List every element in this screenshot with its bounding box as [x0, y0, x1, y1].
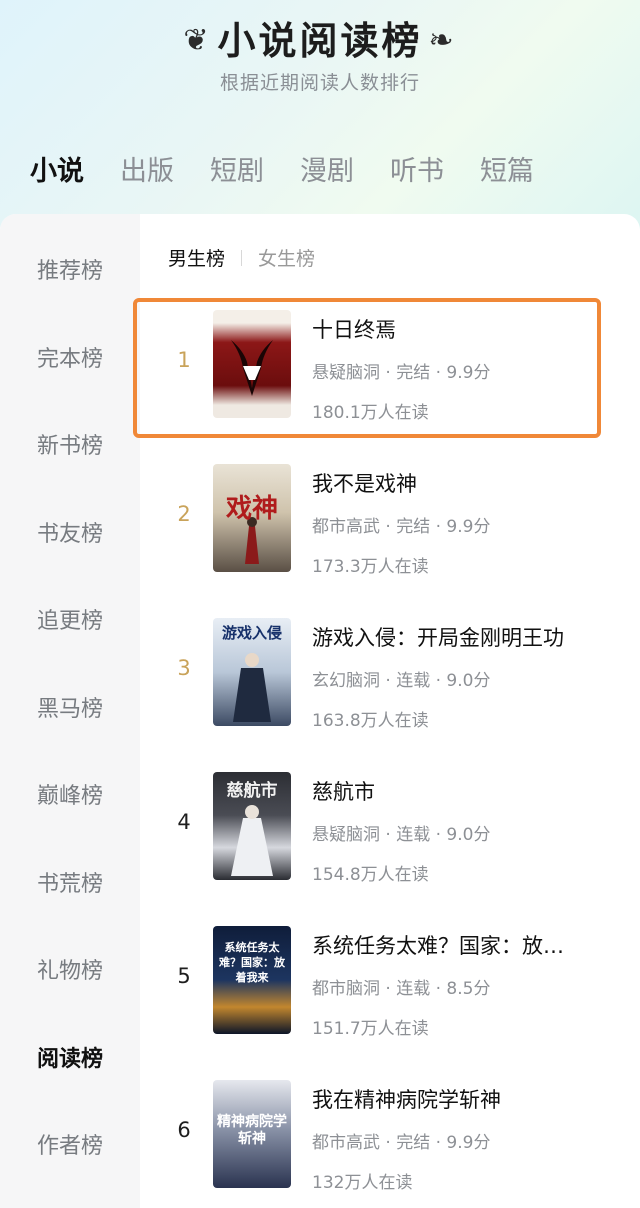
list-item[interactable]: 5 系统任务太难？国家：放着我来 系统任务太难？国家：放… 都市脑洞 · 连载 … — [140, 926, 640, 1039]
book-title[interactable]: 慈航市 — [312, 776, 632, 806]
tab-publish[interactable]: 出版 — [120, 152, 174, 196]
book-cover: 精神病院学斩神 — [213, 1080, 291, 1188]
tab-audiobook[interactable]: 听书 — [390, 152, 444, 196]
book-title[interactable]: 系统任务太难？国家：放… — [312, 930, 632, 960]
sidebar-item-reading[interactable]: 阅读榜 — [0, 1040, 140, 1080]
sidebar-item-book-shortage[interactable]: 书荒榜 — [0, 865, 140, 905]
cover-title: 系统任务太难？国家：放着我来 — [219, 941, 285, 984]
book-readers: 154.8万人在读 — [312, 865, 429, 885]
rank-number: 2 — [177, 502, 191, 526]
book-cover: 慈航市 — [213, 772, 291, 880]
rank-number: 5 — [177, 964, 191, 988]
cover-title: 慈航市 — [226, 781, 278, 801]
sidebar-item-author[interactable]: 作者榜 — [0, 1127, 140, 1167]
book-meta: 都市高武 · 完结 · 9.9分 — [312, 1133, 491, 1153]
subtab-divider — [241, 249, 243, 266]
book-cover: 游戏入侵 — [213, 618, 291, 726]
tab-comic-drama[interactable]: 漫剧 — [300, 152, 354, 196]
list-item[interactable]: 3 游戏入侵 游戏入侵：开局金刚明王功 玄幻脑洞 · 连载 · 9.0分 163… — [140, 618, 640, 731]
sidebar-item-completed[interactable]: 完本榜 — [0, 340, 140, 380]
sidebar-item-dark-horse[interactable]: 黑马榜 — [0, 690, 140, 730]
laurel-left-icon: ❦ — [183, 23, 212, 58]
tab-short-drama[interactable]: 短剧 — [210, 152, 264, 196]
sidebar-item-recommend[interactable]: 推荐榜 — [0, 252, 140, 292]
tab-novel[interactable]: 小说 — [30, 152, 84, 196]
subtab-male[interactable]: 男生榜 — [168, 244, 225, 271]
list-item[interactable]: 6 精神病院学斩神 我在精神病院学斩神 都市高武 · 完结 · 9.9分 132… — [140, 1080, 640, 1193]
ranking-sidebar: 推荐榜 完本榜 新书榜 书友榜 追更榜 黑马榜 巅峰榜 书荒榜 礼物榜 阅读榜 … — [0, 214, 140, 1208]
category-tabs: 小说 出版 短剧 漫剧 听书 短篇 — [30, 152, 570, 196]
tab-short-story[interactable]: 短篇 — [480, 152, 534, 196]
book-cover: 戏神 — [213, 464, 291, 572]
rank-number: 6 — [177, 1118, 191, 1142]
rank-number: 4 — [177, 810, 191, 834]
page-title: ❦ 小说阅读榜 ❧ — [0, 10, 640, 65]
highlight-box — [133, 298, 601, 438]
list-item[interactable]: 2 戏神 我不是戏神 都市高武 · 完结 · 9.9分 173.3万人在读 — [140, 464, 640, 577]
page-subtitle: 根据近期阅读人数排行 — [219, 72, 420, 94]
book-meta: 都市脑洞 · 连载 · 8.5分 — [312, 979, 491, 999]
sidebar-item-peak[interactable]: 巅峰榜 — [0, 777, 140, 817]
book-readers: 151.7万人在读 — [312, 1019, 429, 1039]
book-readers: 163.8万人在读 — [312, 711, 429, 731]
book-cover: 系统任务太难？国家：放着我来 — [213, 926, 291, 1034]
book-readers: 132万人在读 — [312, 1173, 413, 1193]
subtab-female[interactable]: 女生榜 — [258, 244, 315, 271]
cover-title: 精神病院学斩神 — [217, 1114, 287, 1147]
sidebar-item-gift[interactable]: 礼物榜 — [0, 952, 140, 992]
gender-subtabs: 男生榜 女生榜 — [168, 244, 315, 271]
book-readers: 173.3万人在读 — [312, 557, 429, 577]
book-meta: 玄幻脑洞 · 连载 · 9.0分 — [312, 671, 491, 691]
book-title[interactable]: 我不是戏神 — [312, 468, 632, 498]
book-meta: 悬疑脑洞 · 连载 · 9.0分 — [312, 825, 491, 845]
cover-title: 游戏入侵 — [221, 624, 282, 642]
laurel-right-icon: ❧ — [428, 23, 457, 58]
book-title[interactable]: 游戏入侵：开局金刚明王功 — [312, 622, 632, 652]
sidebar-item-friends[interactable]: 书友榜 — [0, 515, 140, 555]
cover-title: 戏神 — [225, 494, 278, 524]
sidebar-item-new[interactable]: 新书榜 — [0, 427, 140, 467]
book-title[interactable]: 我在精神病院学斩神 — [312, 1084, 632, 1114]
page-title-text: 小说阅读榜 — [217, 19, 423, 63]
sidebar-item-updates[interactable]: 追更榜 — [0, 602, 140, 642]
list-item[interactable]: 4 慈航市 慈航市 悬疑脑洞 · 连载 · 9.0分 154.8万人在读 — [140, 772, 640, 885]
rank-number: 3 — [177, 656, 191, 680]
book-meta: 都市高武 · 完结 · 9.9分 — [312, 517, 491, 537]
